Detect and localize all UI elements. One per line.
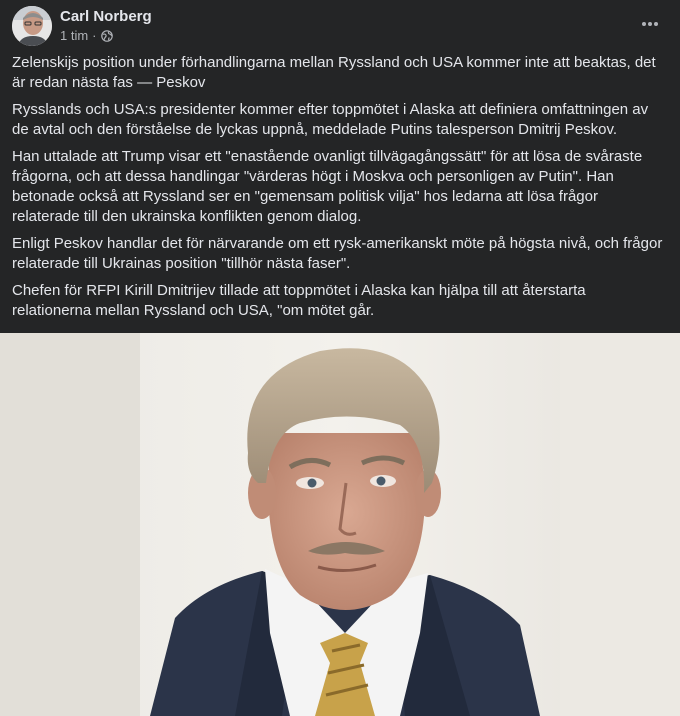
more-options-icon[interactable] xyxy=(636,12,664,36)
post-meta: 1 tim · xyxy=(60,28,113,43)
post-paragraph: Enligt Peskov handlar det för närvarande… xyxy=(12,235,663,272)
post-paragraph: Han uttalade att Trump visar ett "enastå… xyxy=(12,148,643,225)
portrait-image xyxy=(0,333,680,716)
author-avatar[interactable] xyxy=(12,6,52,46)
post-header: Carl Norberg 1 tim · xyxy=(12,6,668,46)
post-photo[interactable] xyxy=(0,333,680,716)
post-paragraph: Rysslands och USA:s presidenter kommer e… xyxy=(12,101,649,138)
avatar-photo xyxy=(12,6,52,46)
post-paragraph: Zelenskijs position under förhandlingarn… xyxy=(12,54,656,91)
post-timestamp[interactable]: 1 tim xyxy=(60,28,88,43)
globe-icon xyxy=(100,29,113,42)
post-paragraph: Chefen för RFPI Kirill Dmitrijev tillade… xyxy=(12,282,586,319)
feed-post: Carl Norberg 1 tim · Zelenskijs position xyxy=(0,0,680,716)
author-name[interactable]: Carl Norberg xyxy=(60,8,152,25)
meta-separator: · xyxy=(92,28,97,43)
post-text: Zelenskijs position under förhandlingarn… xyxy=(12,53,668,328)
